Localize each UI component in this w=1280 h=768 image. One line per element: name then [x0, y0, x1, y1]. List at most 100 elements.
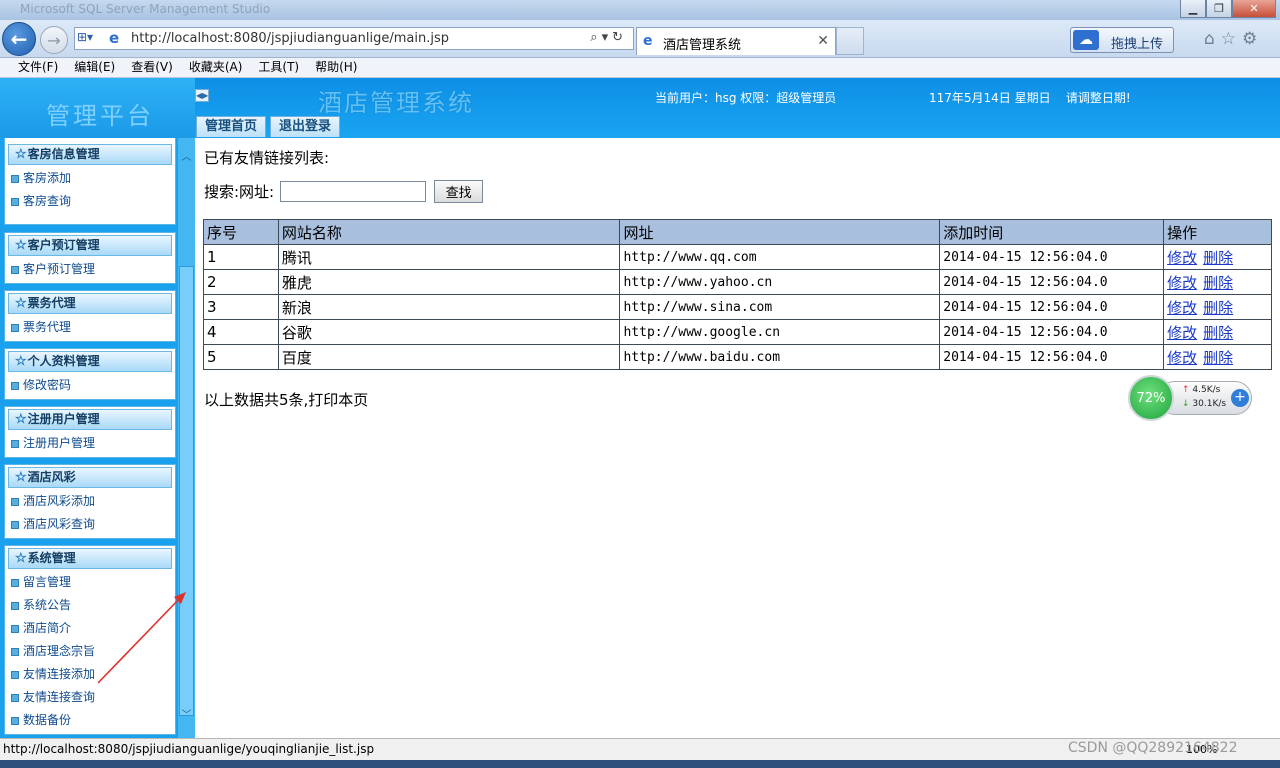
star-icon: ☆	[15, 551, 27, 567]
scroll-down-icon[interactable]: ﹀	[178, 708, 195, 724]
current-user-info: 当前用户：hsg 权限：超级管理员	[655, 91, 837, 105]
edit-link[interactable]: 修改	[1167, 249, 1197, 267]
search-label: 搜索:网址:	[204, 183, 275, 201]
delete-link[interactable]: 删除	[1203, 299, 1233, 317]
sidebar-item-ticket[interactable]: 票务代理	[5, 316, 175, 339]
cell-id: 1	[203, 244, 279, 270]
sidebar-item-gallery-add[interactable]: 酒店风彩添加	[5, 490, 175, 513]
bullet-icon	[11, 497, 19, 506]
tab-close-icon[interactable]: ✕	[817, 33, 829, 49]
forward-button[interactable]: →	[40, 26, 68, 54]
close-window-button[interactable]: ✕	[1232, 0, 1276, 18]
search-button[interactable]: 查找	[434, 180, 484, 203]
cell-id: 2	[203, 269, 279, 295]
sidebar-panel-title[interactable]: ☆个人资料管理	[8, 351, 172, 372]
address-search-refresh-icons[interactable]: ⌕▾↻	[590, 30, 627, 45]
bullet-icon	[11, 381, 19, 390]
sidebar-item-gallery-query[interactable]: 酒店风彩查询	[5, 513, 175, 536]
menu-view[interactable]: 查看(V)	[131, 58, 173, 77]
window-title: Microsoft SQL Server Management Studio	[20, 2, 271, 16]
cell-time: 2014-04-15 12:56:04.0	[939, 319, 1165, 345]
star-icon: ☆	[15, 238, 27, 254]
sidebar-item-change-password[interactable]: 修改密码	[5, 374, 175, 397]
sidebar-panel-title[interactable]: ☆系统管理	[8, 548, 172, 569]
sidebar-panel-title[interactable]: ☆客户预订管理	[8, 235, 172, 256]
ie-page-icon: e	[109, 29, 120, 47]
sidebar-item-hotel-intro[interactable]: 酒店简介	[5, 617, 175, 640]
sidebar-item-link-query[interactable]: 友情连接查询	[5, 686, 175, 709]
baidu-upload-button[interactable]: ☁ 拖拽上传	[1070, 27, 1174, 53]
sidebar-item-hotel-philosophy[interactable]: 酒店理念宗旨	[5, 640, 175, 663]
network-speed-widget[interactable]: 72% ↑ 4.5K/s ↓ 30.1K/s +	[1128, 375, 1256, 421]
star-icon: ☆	[15, 354, 27, 370]
home-favorites-settings-icons[interactable]: ⌂☆⚙	[1204, 29, 1263, 49]
column-header: 添加时间	[939, 219, 1165, 245]
menu-file[interactable]: 文件(F)	[18, 58, 58, 77]
sidebar-item-messages[interactable]: 留言管理	[5, 571, 175, 594]
cell-time: 2014-04-15 12:56:04.0	[939, 294, 1165, 320]
search-url-input[interactable]	[280, 181, 427, 202]
sidebar-item-link-add[interactable]: 友情连接添加	[5, 663, 175, 686]
edit-link[interactable]: 修改	[1167, 349, 1197, 367]
bullet-icon	[11, 174, 19, 183]
menu-tools[interactable]: 工具(T)	[258, 58, 299, 77]
sidebar-panel-profile: ☆个人资料管理 修改密码	[4, 348, 176, 400]
table-row: 1 腾讯 http://www.qq.com 2014-04-15 12:56:…	[203, 244, 1272, 270]
menu-favorites[interactable]: 收藏夹(A)	[189, 58, 243, 77]
search-row: 搜索:网址: 查找	[204, 180, 484, 203]
star-icon: ☆	[15, 470, 27, 486]
back-button[interactable]: ←	[2, 22, 36, 56]
sidebar-item-user-manage[interactable]: 注册用户管理	[5, 432, 175, 455]
restore-button[interactable]: ❐	[1206, 0, 1232, 18]
sidebar-item-room-add[interactable]: 客房添加	[5, 167, 175, 190]
sidebar-item-backup[interactable]: 数据备份	[5, 709, 175, 732]
delete-link[interactable]: 删除	[1203, 349, 1233, 367]
bullet-icon	[11, 601, 19, 610]
sidebar-toggle-icon[interactable]: ◀▶	[195, 89, 209, 102]
compat-view-icon[interactable]: ⊞▾	[77, 30, 105, 47]
plus-icon[interactable]: +	[1231, 389, 1249, 407]
sidebar-item-room-query[interactable]: 客房查询	[5, 190, 175, 213]
column-header: 网站名称	[277, 219, 621, 245]
cell-id: 3	[203, 294, 279, 320]
sidebar-panel-system: ☆系统管理 留言管理 系统公告 酒店简介 酒店理念宗旨 友情连接添加 友情连接查…	[4, 545, 176, 735]
menu-edit[interactable]: 编辑(E)	[74, 58, 115, 77]
app-header: 管理平台 ◀▶ 酒店管理系统 当前用户：hsg 权限：超级管理员 117年5月1…	[0, 78, 1280, 138]
tab-logout[interactable]: 退出登录	[270, 116, 341, 137]
table-row: 4 谷歌 http://www.google.cn 2014-04-15 12:…	[203, 319, 1272, 345]
bullet-icon	[11, 693, 19, 702]
bullet-icon	[11, 439, 19, 448]
sidebar-panel-title[interactable]: ☆票务代理	[8, 293, 172, 314]
upload-speed: ↑ 4.5K/s	[1182, 385, 1221, 395]
sidebar-panel-title[interactable]: ☆客房信息管理	[8, 144, 172, 165]
table-row: 2 雅虎 http://www.yahoo.cn 2014-04-15 12:5…	[203, 269, 1272, 295]
cell-name: 雅虎	[277, 269, 621, 295]
sidebar-scrollbar[interactable]: ︿ ﹀	[178, 138, 195, 738]
address-url[interactable]: http://localhost:8080/jspjiudianguanlige…	[131, 31, 449, 46]
delete-link[interactable]: 删除	[1203, 274, 1233, 292]
sidebar-panel-title[interactable]: ☆注册用户管理	[8, 409, 172, 430]
browser-tab[interactable]: e 酒店管理系统 ✕	[636, 27, 836, 55]
sidebar-panel-title[interactable]: ☆酒店风彩	[8, 467, 172, 488]
bullet-icon	[11, 716, 19, 725]
minimize-button[interactable]: ▁	[1180, 0, 1206, 18]
windows-taskbar	[0, 760, 1280, 768]
edit-link[interactable]: 修改	[1167, 274, 1197, 292]
edit-link[interactable]: 修改	[1167, 324, 1197, 342]
links-table: 序号 网站名称 网址 添加时间 操作 1 腾讯 http://www.qq.co…	[203, 219, 1272, 370]
delete-link[interactable]: 删除	[1203, 249, 1233, 267]
column-header: 操作	[1163, 219, 1272, 245]
new-tab-button[interactable]	[836, 27, 864, 55]
tab-admin-home[interactable]: 管理首页	[196, 116, 267, 137]
sidebar-item-announcements[interactable]: 系统公告	[5, 594, 175, 617]
scroll-up-icon[interactable]: ︿	[178, 150, 195, 166]
star-icon: ☆	[15, 412, 27, 428]
main-content: 已有友情链接列表: 搜索:网址: 查找 序号 网站名称 网址 添加时间 操作 1…	[195, 138, 1280, 738]
csdn-watermark: CSDN @QQ2892164822	[1068, 740, 1238, 756]
menu-help[interactable]: 帮助(H)	[315, 58, 357, 77]
scrollbar-thumb[interactable]	[179, 266, 194, 716]
edit-link[interactable]: 修改	[1167, 299, 1197, 317]
address-bar[interactable]: ⊞▾ e http://localhost:8080/jspjiudiangua…	[74, 27, 634, 50]
sidebar-item-booking[interactable]: 客户预订管理	[5, 258, 175, 281]
delete-link[interactable]: 删除	[1203, 324, 1233, 342]
